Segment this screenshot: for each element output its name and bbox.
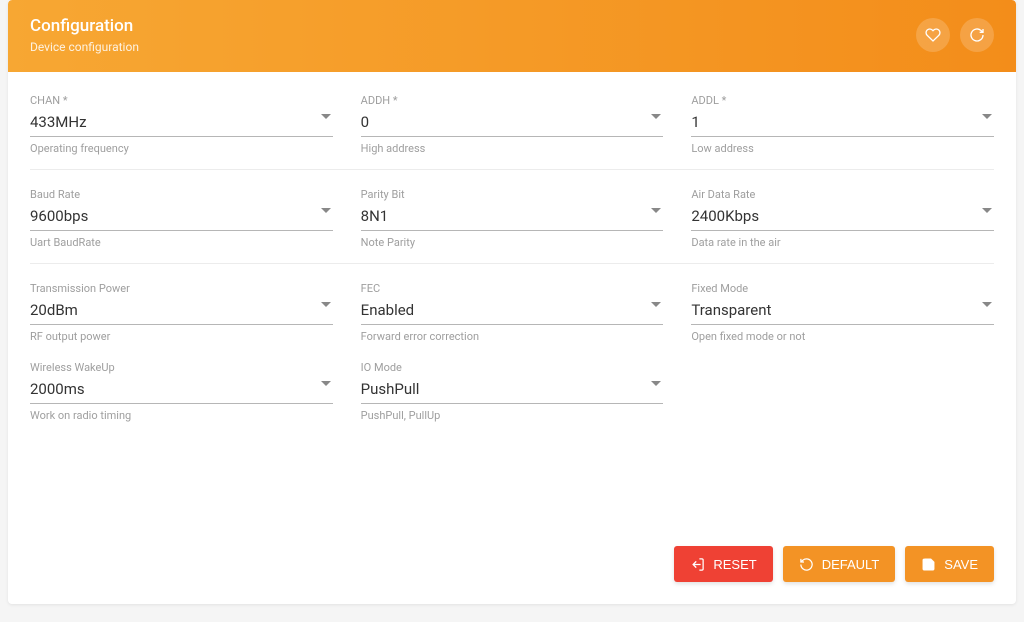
select-baud[interactable]: 9600bps <box>30 203 333 231</box>
label-parity: Parity Bit <box>361 188 664 201</box>
field-air: Air Data Rate 2400Kbps Data rate in the … <box>691 188 994 249</box>
refresh-button[interactable] <box>960 18 994 52</box>
chevron-down-icon <box>651 208 661 213</box>
label-wakeup: Wireless WakeUp <box>30 361 333 374</box>
chevron-down-icon <box>651 114 661 119</box>
chevron-down-icon <box>321 302 331 307</box>
reset-label: RESET <box>713 557 756 572</box>
hint-wakeup: Work on radio timing <box>30 409 333 422</box>
default-button[interactable]: DEFAULT <box>783 546 896 582</box>
save-icon <box>921 557 936 572</box>
label-addh: ADDH * <box>361 94 664 107</box>
select-addh[interactable]: 0 <box>361 109 664 137</box>
chevron-down-icon <box>982 208 992 213</box>
divider <box>30 263 994 264</box>
field-parity: Parity Bit 8N1 Note Parity <box>361 188 664 249</box>
hint-chan: Operating frequency <box>30 142 333 155</box>
field-txpwr: Transmission Power 20dBm RF output power <box>30 282 333 343</box>
field-fixed: Fixed Mode Transparent Open fixed mode o… <box>691 282 994 343</box>
select-wakeup[interactable]: 2000ms <box>30 376 333 404</box>
label-fec: FEC <box>361 282 664 295</box>
select-parity[interactable]: 8N1 <box>361 203 664 231</box>
field-addh: ADDH * 0 High address <box>361 94 664 155</box>
field-baud: Baud Rate 9600bps Uart BaudRate <box>30 188 333 249</box>
hint-addl: Low address <box>691 142 994 155</box>
page-subtitle: Device configuration <box>30 40 139 54</box>
chevron-down-icon <box>321 381 331 386</box>
label-air: Air Data Rate <box>691 188 994 201</box>
field-chan: CHAN * 433MHz Operating frequency <box>30 94 333 155</box>
heart-icon <box>925 27 941 43</box>
select-iomode[interactable]: PushPull <box>361 376 664 404</box>
footer-actions: RESET DEFAULT SAVE <box>8 436 1016 604</box>
save-label: SAVE <box>944 557 978 572</box>
chevron-down-icon <box>651 381 661 386</box>
select-txpwr[interactable]: 20dBm <box>30 297 333 325</box>
row-1: CHAN * 433MHz Operating frequency ADDH *… <box>30 94 994 155</box>
hint-baud: Uart BaudRate <box>30 236 333 249</box>
hint-air: Data rate in the air <box>691 236 994 249</box>
config-card: Configuration Device configuration CHAN … <box>8 0 1016 604</box>
label-iomode: IO Mode <box>361 361 664 374</box>
select-chan[interactable]: 433MHz <box>30 109 333 137</box>
label-baud: Baud Rate <box>30 188 333 201</box>
rotate-icon <box>799 557 814 572</box>
header-actions <box>916 18 994 52</box>
field-iomode: IO Mode PushPull PushPull, PullUp <box>361 361 664 422</box>
divider <box>30 169 994 170</box>
hint-parity: Note Parity <box>361 236 664 249</box>
select-fec[interactable]: Enabled <box>361 297 664 325</box>
header-text: Configuration Device configuration <box>30 16 139 54</box>
label-chan: CHAN * <box>30 94 333 107</box>
field-addl: ADDL * 1 Low address <box>691 94 994 155</box>
chevron-down-icon <box>982 114 992 119</box>
reset-button[interactable]: RESET <box>674 546 772 582</box>
label-fixed: Fixed Mode <box>691 282 994 295</box>
card-header: Configuration Device configuration <box>8 0 1016 72</box>
chevron-down-icon <box>321 208 331 213</box>
chevron-down-icon <box>982 302 992 307</box>
select-fixed[interactable]: Transparent <box>691 297 994 325</box>
hint-addh: High address <box>361 142 664 155</box>
exit-icon <box>690 557 705 572</box>
field-fec: FEC Enabled Forward error correction <box>361 282 664 343</box>
hint-txpwr: RF output power <box>30 330 333 343</box>
refresh-icon <box>969 27 985 43</box>
default-label: DEFAULT <box>822 557 880 572</box>
hint-fixed: Open fixed mode or not <box>691 330 994 343</box>
chevron-down-icon <box>651 302 661 307</box>
hint-fec: Forward error correction <box>361 330 664 343</box>
label-addl: ADDL * <box>691 94 994 107</box>
field-wakeup: Wireless WakeUp 2000ms Work on radio tim… <box>30 361 333 422</box>
select-addl[interactable]: 1 <box>691 109 994 137</box>
row-2: Baud Rate 9600bps Uart BaudRate Parity B… <box>30 188 994 249</box>
form-area: CHAN * 433MHz Operating frequency ADDH *… <box>8 72 1016 436</box>
page-title: Configuration <box>30 16 139 36</box>
favorite-button[interactable] <box>916 18 950 52</box>
row-4: Wireless WakeUp 2000ms Work on radio tim… <box>30 361 994 422</box>
hint-iomode: PushPull, PullUp <box>361 409 664 422</box>
row-3: Transmission Power 20dBm RF output power… <box>30 282 994 343</box>
save-button[interactable]: SAVE <box>905 546 994 582</box>
label-txpwr: Transmission Power <box>30 282 333 295</box>
chevron-down-icon <box>321 114 331 119</box>
select-air[interactable]: 2400Kbps <box>691 203 994 231</box>
